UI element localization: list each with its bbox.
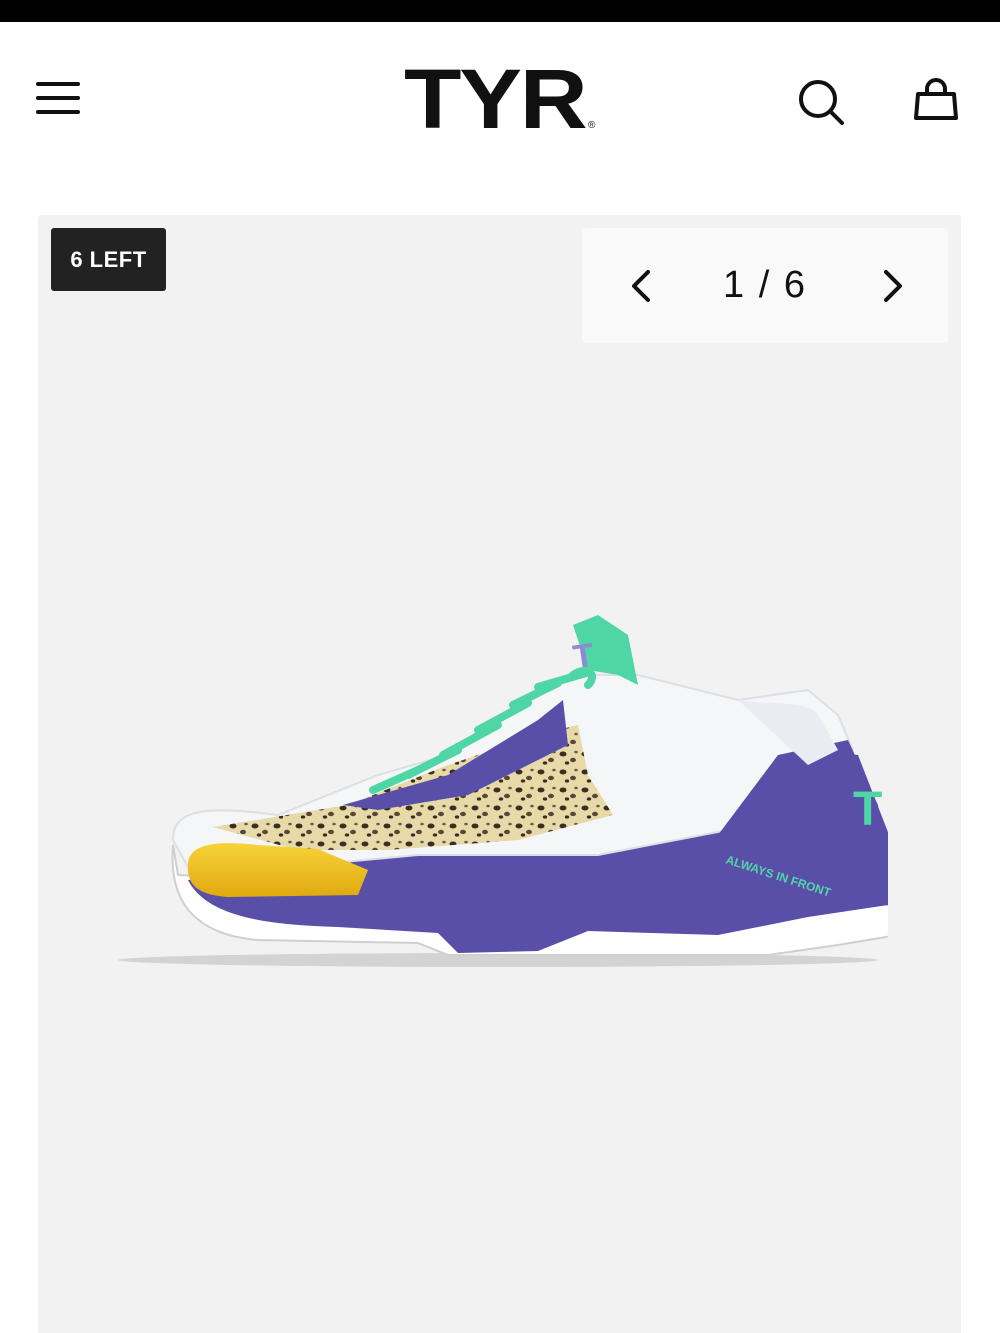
gallery-page-indicator: 1 / 6 — [723, 264, 807, 306]
stock-badge: 6 LEFT — [51, 228, 166, 291]
site-header: TYR ® — [0, 22, 1000, 172]
chevron-right-icon[interactable] — [872, 264, 912, 308]
brand-logo[interactable]: TYR ® — [404, 52, 596, 146]
status-bar — [0, 0, 1000, 22]
brand-logo-text: TYR — [404, 52, 588, 146]
chevron-left-icon[interactable] — [622, 264, 662, 308]
product-image-sneaker[interactable]: T T ALWAYS IN FRONT — [118, 605, 900, 975]
search-icon[interactable] — [795, 76, 847, 128]
hamburger-menu-icon[interactable] — [36, 78, 82, 118]
product-gallery: 6 LEFT 1 / 6 T T ALWAYS IN FRONT — [38, 215, 961, 1333]
gallery-pager: 1 / 6 — [582, 228, 948, 343]
registered-mark: ® — [588, 120, 596, 131]
shopping-bag-icon[interactable] — [910, 74, 962, 126]
heel-logo: T — [853, 783, 882, 836]
